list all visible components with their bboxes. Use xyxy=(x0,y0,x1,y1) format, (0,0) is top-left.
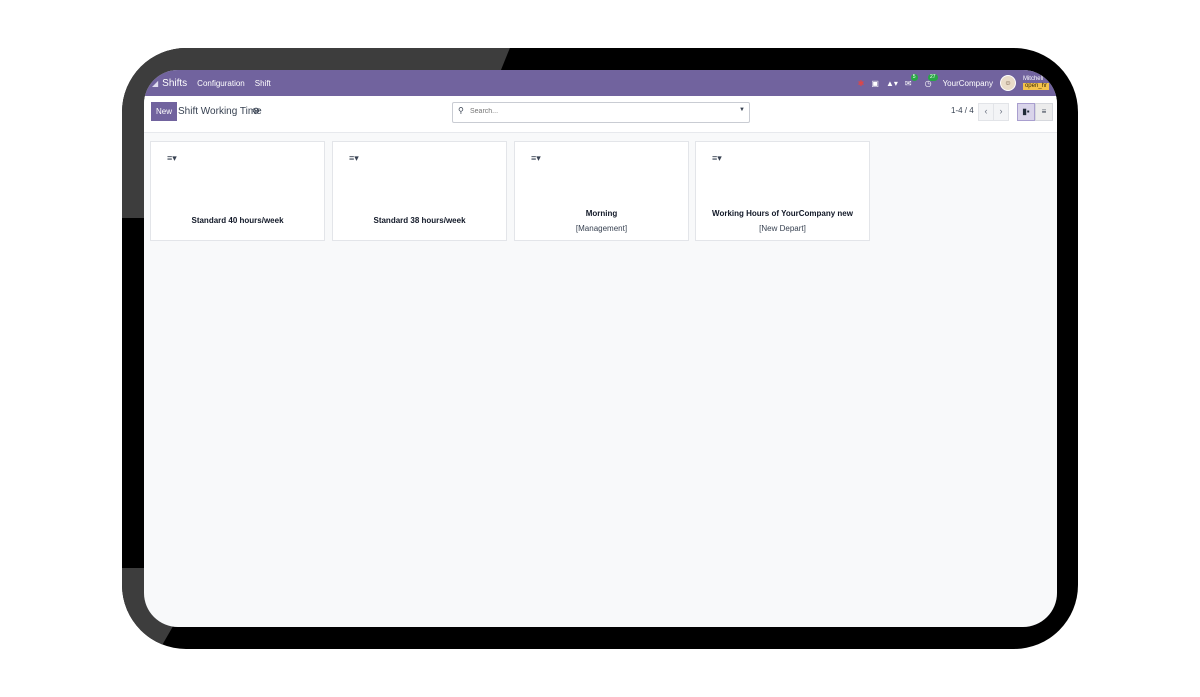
activity-icon[interactable]: ◷ 27 xyxy=(925,73,938,88)
user-menu[interactable]: Mitchell open_hr xyxy=(1022,76,1049,90)
pager-next-button[interactable]: › xyxy=(993,103,1009,121)
card-menu-icon[interactable]: ≡▾ xyxy=(349,153,359,164)
list-view-button[interactable]: ≡ xyxy=(1035,103,1053,121)
database-badge: open_hr xyxy=(1022,83,1049,90)
gift-icon[interactable]: ▣ xyxy=(871,79,879,88)
card-menu-icon[interactable]: ≡▾ xyxy=(712,153,722,164)
menu-configuration[interactable]: Configuration xyxy=(197,79,245,88)
avatar[interactable]: ☺ xyxy=(999,75,1016,91)
card-title: Morning xyxy=(585,209,618,218)
search-input[interactable] xyxy=(470,105,730,118)
top-navbar: ◢ Shifts Configuration Shift ✱ ▣ ▲▾ ✉ 5 ◷… xyxy=(144,70,1057,96)
card-title: Working Hours of YourCompany new xyxy=(712,209,853,218)
gear-icon[interactable]: ⚙ xyxy=(252,106,260,117)
app-screen: ◢ Shifts Configuration Shift ✱ ▣ ▲▾ ✉ 5 ◷… xyxy=(144,70,1057,627)
card-department: [Management] xyxy=(575,224,628,233)
chat-count-badge: 5 xyxy=(910,73,918,81)
bell-icon[interactable]: ▲▾ xyxy=(886,79,898,88)
new-button[interactable]: New xyxy=(151,102,178,121)
menu-shift[interactable]: Shift xyxy=(255,79,271,88)
chat-icon[interactable]: ✉ 5 xyxy=(905,73,918,88)
page-title: Shift Working Time xyxy=(178,106,262,117)
pager-value[interactable]: 1-4 / 4 xyxy=(951,106,974,115)
user-name: Mitchell xyxy=(1022,76,1044,82)
control-panel: New Shift Working Time ⚙ ⚲ ▼ 1-4 / 4 ‹ ›… xyxy=(144,96,1057,133)
search-options-toggle[interactable]: ▼ xyxy=(739,107,745,113)
app-name[interactable]: Shifts xyxy=(162,78,187,89)
bug-icon[interactable]: ✱ xyxy=(858,79,865,88)
card-menu-icon[interactable]: ≡▾ xyxy=(531,153,541,164)
search-icon: ⚲ xyxy=(458,106,464,115)
company-switcher[interactable]: YourCompany xyxy=(943,79,993,88)
card-department: [New Depart] xyxy=(759,224,806,233)
card-title: Standard 38 hours/week xyxy=(373,216,466,225)
card-menu-icon[interactable]: ≡▾ xyxy=(167,153,177,164)
search-box: ⚲ ▼ xyxy=(452,102,750,123)
kanban-card[interactable]: ≡▾ Standard 38 hours/week xyxy=(332,141,507,241)
card-title: Standard 40 hours/week xyxy=(191,216,284,225)
kanban-view-button[interactable]: ▮▪ xyxy=(1017,103,1035,121)
grid-icon[interactable]: ◢ xyxy=(152,79,158,88)
kanban-card[interactable]: ≡▾ Working Hours of YourCompany new [New… xyxy=(695,141,870,241)
activity-count-badge: 27 xyxy=(928,73,938,81)
kanban-card[interactable]: ≡▾ Morning [Management] xyxy=(514,141,689,241)
pager-previous-button[interactable]: ‹ xyxy=(978,103,994,121)
kanban-card[interactable]: ≡▾ Standard 40 hours/week xyxy=(150,141,325,241)
